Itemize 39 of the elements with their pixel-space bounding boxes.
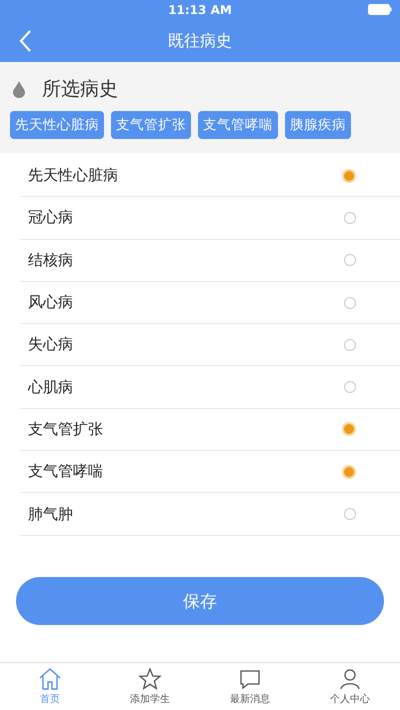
disease-label: 风心病 [28,293,73,312]
radio-button[interactable] [344,296,356,309]
disease-row[interactable]: 支气管哮喘 [20,451,400,494]
disease-row[interactable]: 结核病 [20,240,400,282]
disease-label: 肺气肿 [28,504,73,524]
disease-label: 支气管哮喘 [28,462,103,482]
section-title: 所选病史 [42,77,118,102]
tab-item[interactable]: 最新消息 [200,663,300,710]
disease-row[interactable]: 先天性心脏病 [20,155,400,198]
tab-item[interactable]: 个人中心 [300,663,400,710]
radio-button[interactable] [342,464,356,479]
radio-button[interactable] [344,212,356,224]
radio-button[interactable] [344,381,356,394]
tab-item[interactable]: 添加学生 [100,663,200,710]
disease-label: 支气管扩张 [28,420,103,439]
star-icon [138,667,162,691]
disease-label: 失心病 [28,335,73,354]
disease-row[interactable]: 冠心病 [20,197,400,240]
status-time: 11:13 AM [168,3,232,17]
disease-row[interactable]: 支气管扩张 [20,408,400,452]
disease-row[interactable]: 失心病 [20,324,400,366]
disease-row[interactable]: 肺气肿 [20,493,400,536]
radio-button[interactable] [344,508,356,520]
disease-label: 冠心病 [28,208,73,228]
disease-label: 心肌病 [28,378,73,397]
disease-row[interactable]: 风心病 [20,282,400,324]
drop-icon [12,80,26,98]
disease-row[interactable]: 心肌病 [20,366,400,409]
person-icon [338,667,362,691]
page-title: 既往病史 [168,30,232,52]
radio-button[interactable] [342,422,356,436]
home-icon [38,667,62,691]
radio-button[interactable] [344,338,356,351]
radio-button[interactable] [342,168,356,183]
battery-icon [368,4,392,15]
back-icon[interactable] [18,29,32,53]
disease-label: 先天性心脏病 [28,166,118,186]
disease-label: 结核病 [28,250,73,270]
radio-button[interactable] [344,254,356,266]
